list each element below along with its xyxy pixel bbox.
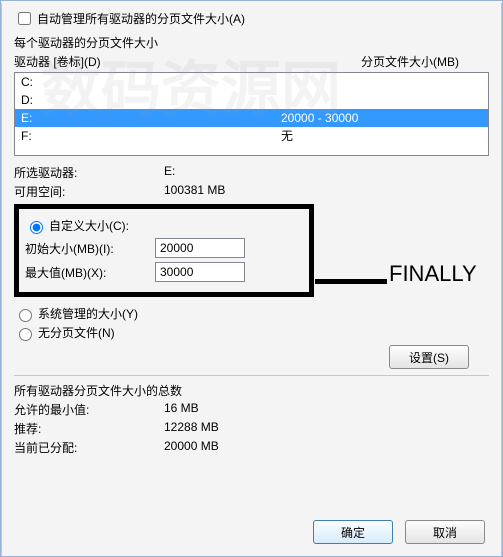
set-button[interactable]: 设置(S)	[389, 345, 469, 369]
annotation-text: FINALLY	[389, 261, 477, 287]
system-managed-radio[interactable]	[19, 309, 32, 322]
drive-letter: C:	[21, 73, 281, 91]
drive-letter: D:	[21, 91, 281, 109]
dialog-buttons: 确定 取消	[313, 520, 485, 544]
custom-size-radio[interactable]	[30, 221, 43, 234]
custom-size-group: 自定义大小(C): 初始大小(MB)(I): 最大值(MB)(X):	[14, 204, 314, 297]
drive-pagefile: 无	[281, 127, 482, 145]
list-item[interactable]: C:	[15, 73, 488, 91]
custom-size-label: 自定义大小(C):	[49, 217, 129, 234]
current-row: 当前已分配: 20000 MB	[14, 439, 489, 456]
col-pagefile: 分页文件大小(MB)	[361, 53, 459, 70]
system-managed-label: 系统管理的大小(Y)	[38, 305, 138, 322]
drive-letter: E:	[21, 109, 281, 127]
current-label: 当前已分配:	[14, 439, 164, 456]
max-size-row: 最大值(MB)(X):	[25, 262, 303, 282]
auto-manage-checkbox[interactable]	[18, 12, 31, 25]
list-item[interactable]: E: 20000 - 30000	[15, 109, 488, 127]
cancel-button[interactable]: 取消	[405, 520, 485, 544]
separator	[14, 375, 489, 376]
system-managed-row: 系统管理的大小(Y)	[14, 305, 489, 322]
drive-pagefile	[281, 73, 482, 91]
per-drive-title: 每个驱动器的分页文件大小	[14, 34, 489, 51]
totals-group: 所有驱动器分页文件大小的总数 允许的最小值: 16 MB 推荐: 12288 M…	[14, 382, 489, 456]
set-button-row: 设置(S)	[14, 345, 489, 369]
initial-size-label: 初始大小(MB)(I):	[25, 240, 155, 257]
list-item[interactable]: D:	[15, 91, 488, 109]
selected-drive-value: E:	[164, 164, 175, 181]
selected-drive-row: 所选驱动器: E:	[14, 164, 489, 181]
free-space-row: 可用空间: 100381 MB	[14, 183, 489, 200]
recommended-row: 推荐: 12288 MB	[14, 420, 489, 437]
min-value: 16 MB	[164, 401, 199, 418]
no-paging-radio[interactable]	[19, 328, 32, 341]
list-item[interactable]: F: 无	[15, 127, 488, 145]
min-label: 允许的最小值:	[14, 401, 164, 418]
no-paging-label: 无分页文件(N)	[38, 324, 115, 341]
drive-letter: F:	[21, 127, 281, 145]
annotation-line	[315, 279, 387, 284]
recommended-value: 12288 MB	[164, 420, 219, 437]
totals-title: 所有驱动器分页文件大小的总数	[14, 382, 489, 399]
recommended-label: 推荐:	[14, 420, 164, 437]
col-drive: 驱动器 [卷标](D)	[14, 53, 101, 70]
auto-manage-label: 自动管理所有驱动器的分页文件大小(A)	[37, 10, 245, 27]
no-paging-row: 无分页文件(N)	[14, 324, 489, 341]
auto-manage-row: 自动管理所有驱动器的分页文件大小(A)	[14, 9, 489, 28]
min-row: 允许的最小值: 16 MB	[14, 401, 489, 418]
drive-list[interactable]: C: D: E: 20000 - 30000 F: 无	[14, 72, 489, 156]
virtual-memory-dialog: 自动管理所有驱动器的分页文件大小(A) 每个驱动器的分页文件大小 驱动器 [卷标…	[0, 0, 503, 557]
max-size-input[interactable]	[155, 262, 245, 282]
selected-drive-label: 所选驱动器:	[14, 164, 164, 181]
free-space-value: 100381 MB	[164, 183, 225, 200]
max-size-label: 最大值(MB)(X):	[25, 264, 155, 281]
drive-pagefile	[281, 91, 482, 109]
drive-pagefile: 20000 - 30000	[281, 109, 482, 127]
free-space-label: 可用空间:	[14, 183, 164, 200]
initial-size-input[interactable]	[155, 238, 245, 258]
list-headers: 驱动器 [卷标](D) 分页文件大小(MB)	[14, 53, 489, 70]
custom-size-radio-row: 自定义大小(C):	[25, 217, 303, 234]
initial-size-row: 初始大小(MB)(I):	[25, 238, 303, 258]
ok-button[interactable]: 确定	[313, 520, 393, 544]
current-value: 20000 MB	[164, 439, 219, 456]
